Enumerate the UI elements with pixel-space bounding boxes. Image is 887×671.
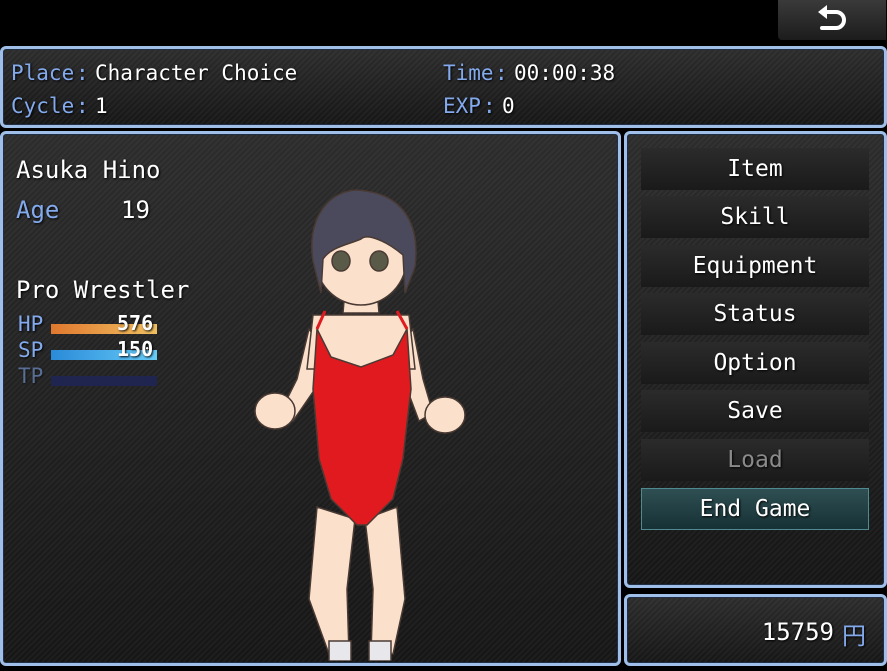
time-value: 00:00:38 [514,61,616,85]
menu-item-item[interactable]: Item [641,148,869,190]
gold-window: 15759 円 [624,594,887,666]
place-label: Place [11,61,75,85]
place-separator: : [76,61,89,85]
place-value: Character Choice [95,61,298,85]
status-window: Asuka Hino Age 19 Pro Wrestler HP 576 SP… [0,131,621,666]
age-value: 19 [121,196,150,224]
cycle-separator: : [76,94,89,118]
sp-value: 150 [117,337,154,361]
menu-item-status[interactable]: Status [641,293,869,335]
age-label: Age [16,196,60,224]
currency-unit: 円 [842,622,866,650]
menu-item-skill[interactable]: Skill [641,196,869,238]
exp-label: EXP [443,94,481,118]
menu-item-end-game[interactable]: End Game [641,488,869,530]
character-portrait [254,189,466,661]
menu-item-save[interactable]: Save [641,390,869,432]
gold-amount: 15759 [761,618,834,646]
menu-item-load[interactable]: Load [641,439,869,481]
character-class: Pro Wrestler [16,276,190,304]
tp-label: TP [18,364,44,388]
time-separator: : [495,61,508,85]
time-label: Time [443,61,494,85]
exp-separator: : [483,94,496,118]
tp-gauge [51,376,157,386]
sp-label: SP [18,338,44,362]
character-name: Asuka Hino [16,156,161,184]
cycle-value: 1 [95,94,108,118]
hp-value: 576 [117,311,154,335]
exp-value: 0 [502,94,515,118]
menu-item-equipment[interactable]: Equipment [641,245,869,287]
header-window: Place : Character Choice Cycle : 1 Time … [0,46,887,128]
cycle-label: Cycle [11,94,75,118]
menu-item-option[interactable]: Option [641,342,869,384]
return-arrow-icon [818,5,846,30]
hp-label: HP [18,312,44,336]
back-button[interactable] [778,0,886,40]
